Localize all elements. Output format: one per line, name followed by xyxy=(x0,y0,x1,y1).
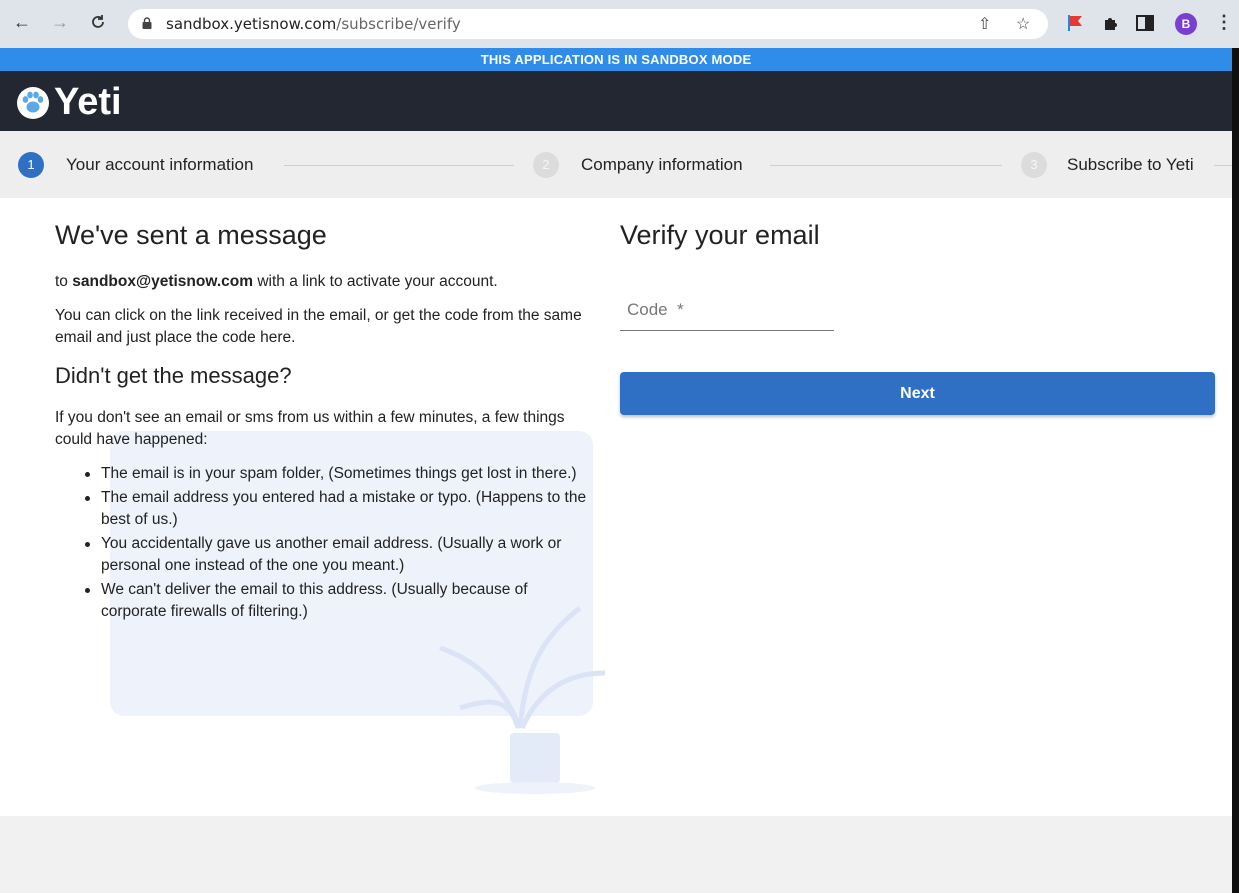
instructions-text: You can click on the link received in th… xyxy=(55,307,582,346)
star-icon[interactable]: ☆ xyxy=(1016,14,1030,34)
window-edge xyxy=(1232,48,1239,893)
address-bar[interactable]: sandbox.yetisnow.com/subscribe/verify ⇧ … xyxy=(128,9,1048,39)
step-connector xyxy=(770,165,1002,166)
step-2-label: Company information xyxy=(581,155,743,174)
sent-prefix: to xyxy=(55,273,73,290)
code-field xyxy=(620,295,834,331)
url-path: /subscribe/verify xyxy=(336,15,461,33)
paw-icon xyxy=(17,86,49,119)
list-item: The email is in your spam folder, (Somet… xyxy=(85,463,590,485)
main-content: We've sent a message to sandbox@yetisnow… xyxy=(0,198,1232,816)
sent-to-text: to sandbox@yetisnow.com with a link to a… xyxy=(55,271,590,293)
verify-panel: Verify your email Next xyxy=(620,220,1215,415)
list-item: You accidentally gave us another email a… xyxy=(85,533,590,577)
step-1-label: Your account information xyxy=(66,155,254,174)
reload-icon[interactable] xyxy=(86,10,110,34)
list-item: We can't deliver the email to this addre… xyxy=(85,579,590,623)
step-2-number: 2 xyxy=(533,152,559,178)
code-input[interactable] xyxy=(620,295,834,325)
message-title: We've sent a message xyxy=(55,220,327,250)
list-item: The email address you entered had a mist… xyxy=(85,487,590,531)
flag-extension-icon[interactable] xyxy=(1065,12,1087,34)
email-address: sandbox@yetisnow.com xyxy=(72,273,254,290)
step-3-label: Subscribe to Yeti xyxy=(1067,155,1194,174)
app-header: Yeti xyxy=(0,71,1232,131)
sent-suffix: with a link to activate your account. xyxy=(253,273,498,290)
back-arrow-icon[interactable]: ← xyxy=(10,10,34,34)
stepper: 1 Your account information 2 Company inf… xyxy=(0,131,1232,198)
brand-logo[interactable]: Yeti xyxy=(16,81,122,124)
sandbox-banner: THIS APPLICATION IS IN SANDBOX MODE xyxy=(0,48,1232,71)
verify-title: Verify your email xyxy=(620,220,820,250)
didnt-get-title: Didn't get the message? xyxy=(55,363,292,388)
avatar[interactable]: B xyxy=(1175,13,1197,35)
share-icon[interactable]: ⇧ xyxy=(978,14,991,34)
lock-icon xyxy=(142,17,152,29)
forward-arrow-icon[interactable]: → xyxy=(48,10,72,34)
reasons-list: The email is in your spam folder, (Somet… xyxy=(85,463,590,623)
brand-name: Yeti xyxy=(54,81,122,123)
intro-text: If you don't see an email or sms from us… xyxy=(55,409,565,448)
step-connector xyxy=(284,165,514,166)
message-panel: We've sent a message to sandbox@yetisnow… xyxy=(55,220,590,625)
url-text: sandbox.yetisnow.com/subscribe/verify xyxy=(166,15,461,33)
sidepanel-icon[interactable] xyxy=(1134,12,1156,34)
kebab-menu-icon[interactable]: ⋮ xyxy=(1212,10,1236,34)
step-1-number: 1 xyxy=(18,152,44,178)
url-host: sandbox.yetisnow.com xyxy=(166,15,337,33)
step-connector xyxy=(1214,165,1232,166)
next-button[interactable]: Next xyxy=(620,372,1215,415)
browser-toolbar: ← → sandbox.yetisnow.com/subscribe/verif… xyxy=(0,0,1239,48)
step-3-number: 3 xyxy=(1021,152,1047,178)
puzzle-icon[interactable] xyxy=(1100,12,1122,34)
